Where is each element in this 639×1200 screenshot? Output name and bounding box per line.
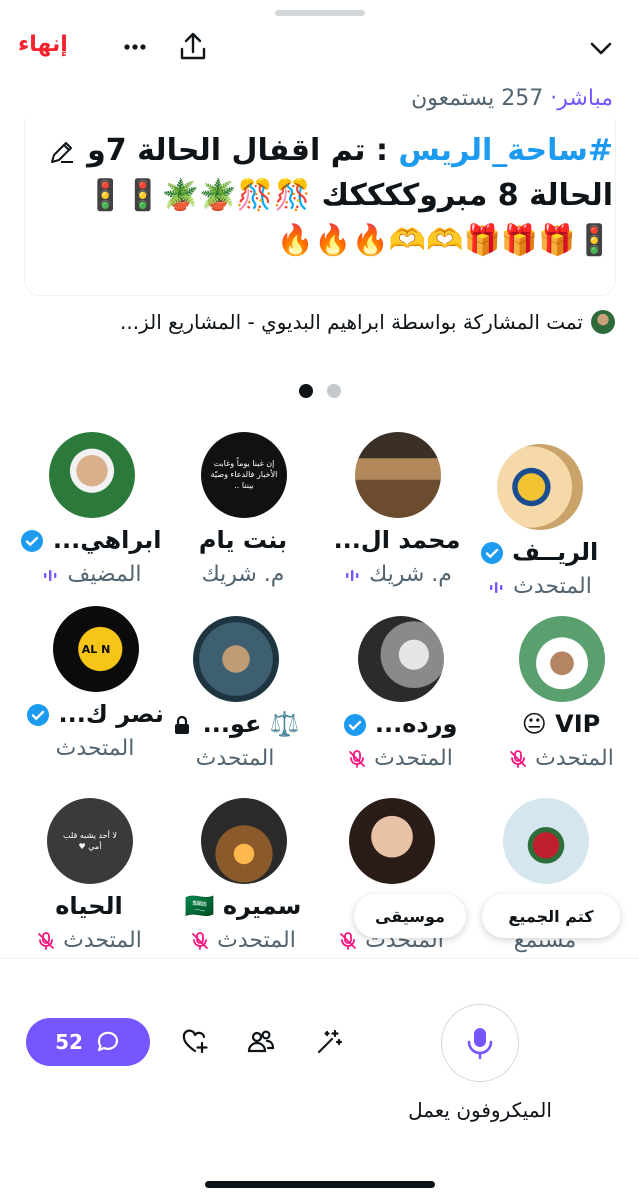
speaker-name: محمد ال... (333, 526, 461, 554)
speaker-role: م. شريك (201, 562, 285, 587)
avatar (49, 432, 135, 518)
avatar (503, 798, 589, 884)
speaker-tile[interactable]: ابراهي... المضيف (11, 432, 171, 592)
sharer-avatar (591, 310, 615, 334)
edit-icon[interactable] (47, 137, 77, 167)
speaker-tile[interactable]: سميره 🇸🇦 المتحدث (163, 798, 323, 958)
sound-bars-icon (44, 570, 57, 581)
title-line2: الحالة 8 مبروككككك 🎊🎊🪴🪴🚦🚦 (86, 178, 613, 213)
music-button[interactable]: موسيقى (354, 894, 466, 938)
avatar (519, 616, 605, 702)
speaker-role: المتحدث (195, 746, 275, 771)
avatar-logo-text: AL N (81, 642, 111, 656)
top-bar: إنهاء (0, 28, 639, 72)
sheet-grabber[interactable] (274, 10, 365, 16)
speaker-tile[interactable]: ورده... المتحدث (320, 616, 480, 776)
share-icon[interactable] (176, 30, 210, 64)
title-hashtag[interactable]: #ساحة_الريس (398, 133, 613, 168)
avatar (193, 616, 279, 702)
verified-badge-icon (27, 704, 50, 726)
speaker-name: ورده... (320, 710, 480, 738)
avatar (355, 432, 441, 518)
avatar (201, 798, 287, 884)
mute-all-button[interactable]: كتم الجميع (482, 894, 620, 938)
speaker-role: المتحدث (163, 928, 323, 953)
verified-badge-icon (480, 542, 503, 564)
page-dots (298, 384, 341, 398)
shared-by-text: تمت المشاركة بواسطة ابراهيم البديوي - ال… (120, 310, 583, 334)
speaker-tile[interactable]: AL N نصر ك... المتحدث (15, 606, 175, 766)
speaker-role: م. شريك (317, 562, 477, 587)
speaker-grid: الريــف المتحدث محمد ال... م. شريك إن غب… (0, 430, 639, 960)
heart-add-icon[interactable] (180, 1027, 210, 1057)
comment-count: 52 (55, 1030, 83, 1054)
speaker-tile[interactable]: محمد ال... م. شريك (317, 432, 477, 592)
speaker-name: الريــف (459, 538, 619, 566)
speaker-role: المتحدث (459, 574, 619, 599)
speaker-role: المتحدث (481, 746, 639, 771)
page-dot-active[interactable] (298, 384, 313, 398)
comments-button[interactable]: 52 (26, 1018, 150, 1066)
speaker-name: ابراهي... (11, 526, 171, 554)
speaker-name: نصر ك... (15, 700, 175, 728)
muted-mic-icon (510, 750, 527, 768)
page-dot[interactable] (326, 384, 341, 398)
listener-count: 257 يستمعون (411, 86, 544, 111)
speaker-tile[interactable]: إن غبنا يوماً وغابت الأخبار فالدعاء وصيّ… (163, 432, 323, 592)
more-icon[interactable] (118, 30, 152, 64)
avatar-quote-text: إن غبنا يوماً وغابت الأخبار فالدعاء وصيّ… (210, 459, 278, 490)
microphone-button[interactable] (441, 1004, 519, 1082)
speaker-name: ⚖️ عو... (155, 710, 315, 738)
shared-by[interactable]: تمت المشاركة بواسطة ابراهيم البديوي - ال… (120, 310, 615, 334)
speaker-role: المتحدث (55, 736, 135, 761)
comment-bubble-icon (97, 1031, 118, 1052)
muted-mic-icon (38, 932, 55, 950)
avatar (349, 798, 435, 884)
avatar-quote-text: لا أحد يشبه قلب أمي ♥ (63, 831, 117, 851)
verified-badge-icon (343, 714, 366, 736)
speaker-role: المتحدث (320, 746, 480, 771)
speaker-role: المتحدث (9, 928, 169, 953)
avatar: إن غبنا يوماً وغابت الأخبار فالدعاء وصيّ… (201, 432, 287, 518)
verified-badge-icon (21, 530, 44, 552)
muted-mic-icon (340, 932, 357, 950)
bottom-divider (0, 958, 639, 959)
avatar: لا أحد يشبه قلب أمي ♥ (47, 798, 133, 884)
avatar (358, 616, 444, 702)
speaker-name: VIP 😐 (521, 710, 601, 738)
chevron-down-icon[interactable] (585, 32, 617, 64)
speaker-tile[interactable]: ⚖️ عو... المتحدث (155, 616, 315, 776)
speaker-name: الحياه (55, 892, 123, 920)
space-meta: مباشر· 257 يستمعون (411, 86, 613, 111)
avatar: AL N (53, 606, 139, 692)
speaker-tile[interactable]: لا أحد يشبه قلب أمي ♥ الحياه المتحدث (9, 798, 169, 958)
mic-status-label: الميكروفون يعمل (408, 1098, 552, 1122)
space-title: #ساحة_الريس : تم اقفال الحالة 7و الحالة … (23, 128, 613, 263)
speaker-name: بنت يام (198, 526, 288, 554)
speaker-tile[interactable]: VIP 😐 المتحدث (481, 616, 639, 776)
title-line3: 🚦🎁🎁🎁🫶🫶🔥🔥🔥 (276, 223, 613, 258)
speaker-tile[interactable]: الريــف المتحدث (459, 444, 619, 604)
microphone-icon (467, 1028, 493, 1060)
live-label: مباشر (557, 86, 613, 111)
home-indicator (204, 1181, 435, 1188)
end-space-button[interactable]: إنهاء (18, 32, 68, 57)
magic-wand-icon[interactable] (314, 1027, 344, 1057)
speaker-role: المضيف (11, 562, 171, 587)
sound-bars-icon (346, 570, 359, 581)
speaker-name: سميره 🇸🇦 (184, 892, 302, 920)
avatar (497, 444, 583, 530)
people-icon[interactable] (246, 1027, 276, 1057)
muted-mic-icon (349, 750, 366, 768)
title-line1: : تم اقفال الحالة 7و (87, 133, 399, 168)
sound-bars-icon (490, 582, 503, 593)
muted-mic-icon (192, 932, 209, 950)
